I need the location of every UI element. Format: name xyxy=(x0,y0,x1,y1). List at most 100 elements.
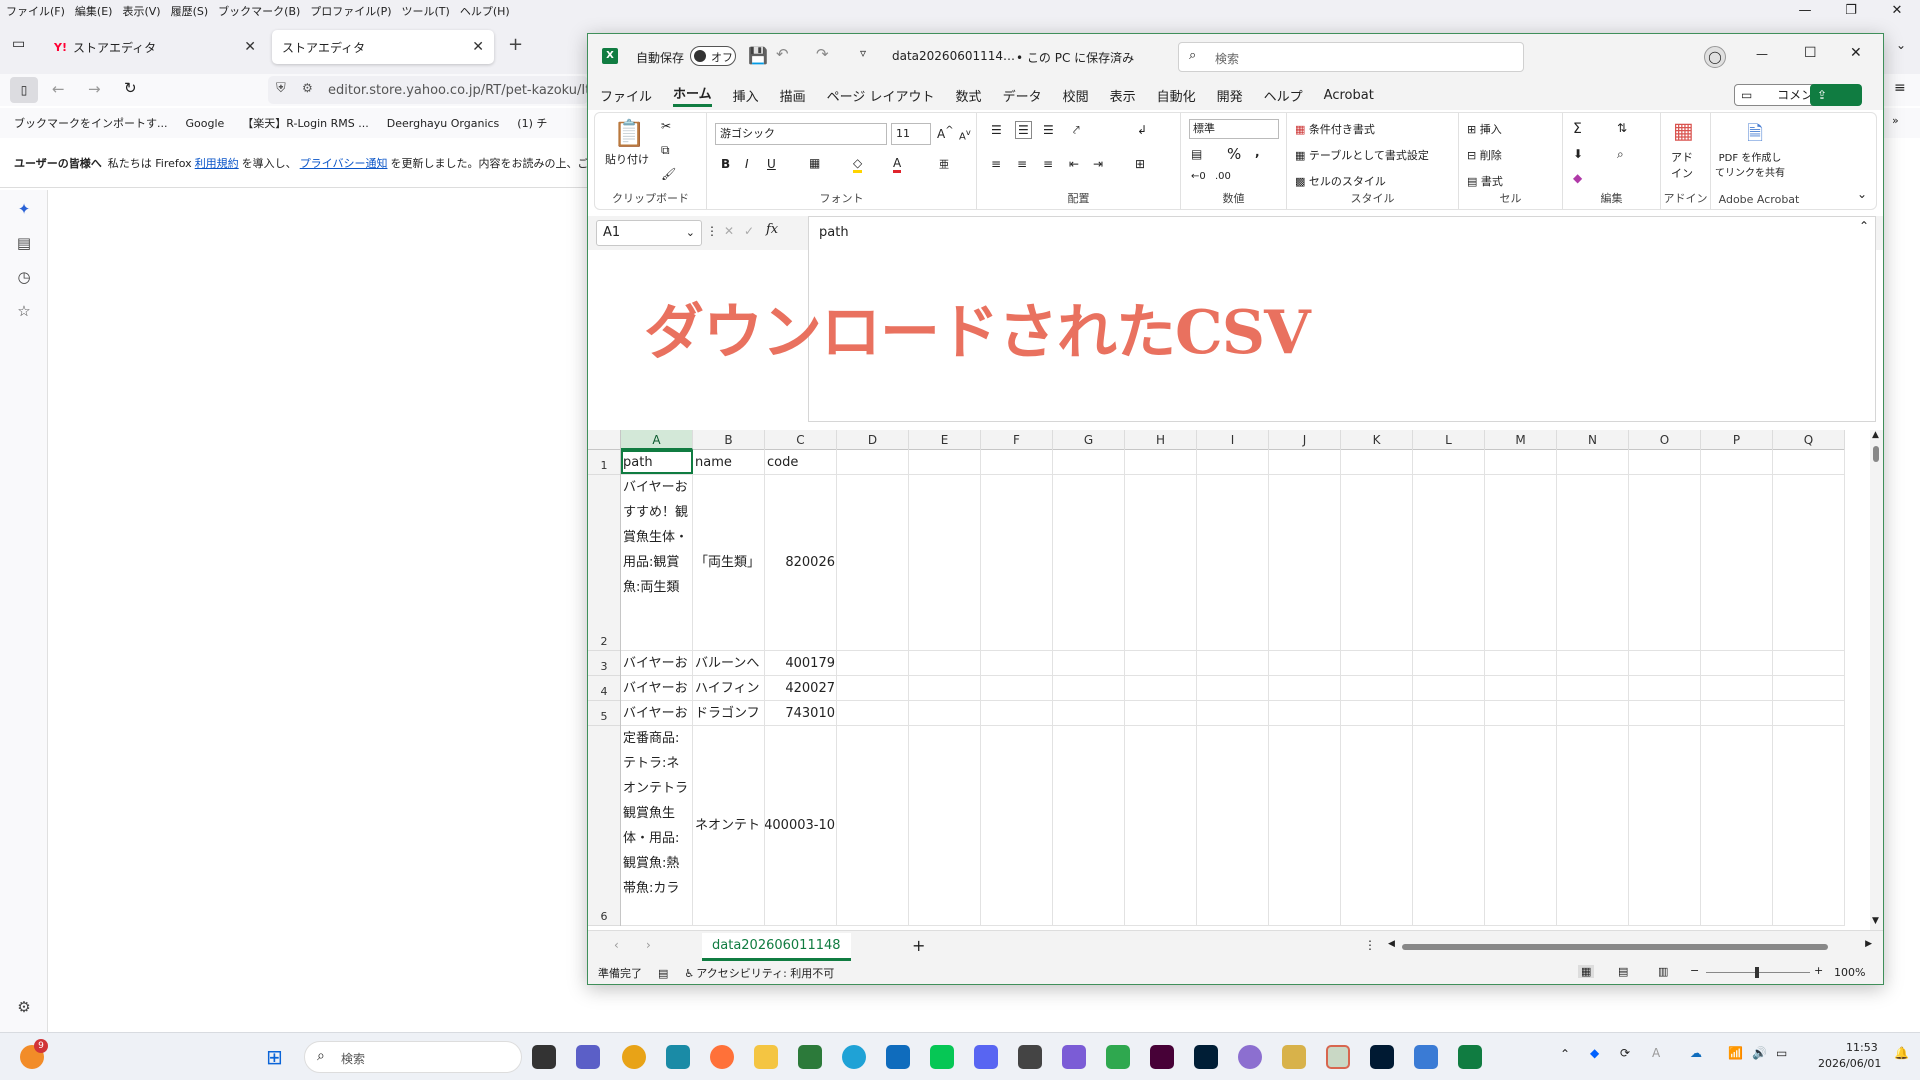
tab-view[interactable]: 表示 xyxy=(1110,86,1136,105)
reload-icon[interactable]: ↻ xyxy=(124,79,137,97)
empty-cell[interactable] xyxy=(1125,726,1197,925)
maximize-icon[interactable]: ❐ xyxy=(1828,0,1874,22)
task-view-icon[interactable] xyxy=(532,1045,556,1069)
empty-cell[interactable] xyxy=(1413,726,1485,925)
delete-cells-button[interactable]: ⊟ 削除 xyxy=(1467,147,1502,163)
wrap-text-icon[interactable]: ↲ xyxy=(1137,123,1147,137)
empty-cell[interactable] xyxy=(1341,701,1413,725)
empty-cell[interactable] xyxy=(1773,651,1845,675)
minimize-icon[interactable]: — xyxy=(1756,47,1768,61)
tab-overflow-icon[interactable]: ⌄ xyxy=(1896,38,1906,52)
column-header[interactable]: P xyxy=(1701,430,1773,450)
audio-app-icon[interactable] xyxy=(1062,1045,1086,1069)
empty-cell[interactable] xyxy=(1413,475,1485,650)
empty-cell[interactable] xyxy=(1125,651,1197,675)
extensions-icon[interactable]: ≡ xyxy=(1894,80,1906,96)
empty-cell[interactable] xyxy=(1125,475,1197,650)
column-header[interactable]: Q xyxy=(1773,430,1845,450)
cell-a3[interactable]: バイヤーお xyxy=(621,651,693,675)
undo-icon[interactable]: ↶ xyxy=(776,45,789,63)
empty-cell[interactable] xyxy=(837,450,909,474)
font-size-select[interactable]: 11 xyxy=(891,123,931,145)
bookmark-other[interactable]: (1) チ xyxy=(517,115,547,131)
bookmarks-overflow-icon[interactable]: » xyxy=(1892,114,1899,127)
tab-review[interactable]: 校閲 xyxy=(1063,86,1089,105)
empty-cell[interactable] xyxy=(1413,651,1485,675)
tracking-shield-icon[interactable]: ⛨ xyxy=(276,81,286,96)
empty-cell[interactable] xyxy=(1413,701,1485,725)
column-header[interactable]: C xyxy=(765,430,837,450)
scroll-h-thumb[interactable] xyxy=(1402,944,1828,950)
menu-edit[interactable]: 編集(E) xyxy=(75,3,113,19)
empty-cell[interactable] xyxy=(1557,676,1629,700)
empty-cell[interactable] xyxy=(1341,726,1413,925)
find-select-icon[interactable]: ⌕ xyxy=(1617,147,1624,162)
bookmark-google[interactable]: Google xyxy=(186,117,225,130)
bookmark-rakuten[interactable]: 【楽天】R-Login RMS ... xyxy=(242,115,368,131)
bold-icon[interactable]: B xyxy=(721,157,730,171)
column-header[interactable]: I xyxy=(1197,430,1269,450)
empty-cell[interactable] xyxy=(837,726,909,925)
page-layout-icon[interactable]: ▤ xyxy=(1618,965,1628,978)
dropbox-icon[interactable]: ◆ xyxy=(1590,1046,1599,1060)
decrease-decimal-icon[interactable]: .00 xyxy=(1215,171,1231,182)
scroll-down-icon[interactable]: ▼ xyxy=(1872,916,1879,926)
ai-chatbot-icon[interactable]: ✦ xyxy=(14,200,34,220)
increase-decimal-icon[interactable]: ←0 xyxy=(1191,171,1206,182)
align-left-icon[interactable]: ≡ xyxy=(991,157,1001,171)
empty-cell[interactable] xyxy=(1557,701,1629,725)
increase-font-icon[interactable]: A^ xyxy=(937,125,954,141)
autosave-toggle[interactable]: オフ xyxy=(690,46,736,66)
menu-tools[interactable]: ツール(T) xyxy=(402,3,450,19)
empty-cell[interactable] xyxy=(909,450,981,474)
cell-b2[interactable]: 「両生類」 xyxy=(693,475,765,650)
empty-cell[interactable] xyxy=(1341,475,1413,650)
empty-cell[interactable] xyxy=(837,676,909,700)
cell-b1[interactable]: name xyxy=(693,450,765,474)
empty-cell[interactable] xyxy=(1197,676,1269,700)
row-header[interactable]: 6 xyxy=(588,726,620,926)
app-icon[interactable] xyxy=(798,1045,822,1069)
cell-a2[interactable]: バイヤーおすすめ！観賞魚生体・用品:観賞魚:両生類 xyxy=(621,475,693,650)
cell-a6[interactable]: 定番商品:テトラ:ネオンテトラ観賞魚生体・用品:観賞魚:熱帯魚:カラ xyxy=(621,726,693,925)
outlook-icon[interactable] xyxy=(886,1045,910,1069)
empty-cell[interactable] xyxy=(1773,475,1845,650)
app-icon[interactable] xyxy=(1238,1045,1262,1069)
row-header[interactable]: 2 xyxy=(588,475,620,651)
page-break-icon[interactable]: ▥ xyxy=(1658,965,1668,978)
save-icon[interactable]: 💾 xyxy=(748,46,768,65)
empty-cell[interactable] xyxy=(1053,450,1125,474)
empty-cell[interactable] xyxy=(1053,475,1125,650)
more-options-icon[interactable]: ⋮ xyxy=(706,224,718,238)
row-header[interactable]: 3 xyxy=(588,651,620,676)
empty-cell[interactable] xyxy=(1557,726,1629,925)
empty-cell[interactable] xyxy=(1197,651,1269,675)
empty-cell[interactable] xyxy=(837,701,909,725)
empty-cell[interactable] xyxy=(1269,450,1341,474)
empty-cell[interactable] xyxy=(1413,676,1485,700)
empty-cell[interactable] xyxy=(1485,475,1557,650)
empty-cell[interactable] xyxy=(1197,475,1269,650)
empty-cell[interactable] xyxy=(1701,726,1773,925)
empty-cell[interactable] xyxy=(1341,676,1413,700)
menu-bookmarks[interactable]: ブックマーク(B) xyxy=(218,3,300,19)
tab-developer[interactable]: 開発 xyxy=(1217,86,1243,105)
copy-icon[interactable]: ⧉ xyxy=(661,143,670,158)
excel-taskbar-icon[interactable] xyxy=(1458,1045,1482,1069)
sidebar-toggle-icon[interactable]: ▯ xyxy=(10,77,38,103)
close-icon[interactable]: ✕ xyxy=(1874,0,1920,22)
history-icon[interactable]: ◷ xyxy=(14,268,34,288)
empty-cell[interactable] xyxy=(1053,701,1125,725)
empty-cell[interactable] xyxy=(1773,701,1845,725)
empty-cell[interactable] xyxy=(1269,676,1341,700)
empty-cell[interactable] xyxy=(981,726,1053,925)
empty-cell[interactable] xyxy=(1773,726,1845,925)
firefox-icon[interactable] xyxy=(710,1045,734,1069)
file-explorer-icon[interactable] xyxy=(754,1045,778,1069)
cell-c3[interactable]: 400179 xyxy=(765,651,837,675)
name-box[interactable]: A1 ⌄ xyxy=(596,220,702,246)
minimize-icon[interactable]: — xyxy=(1782,0,1828,22)
column-header[interactable]: B xyxy=(693,430,765,450)
empty-cell[interactable] xyxy=(1053,651,1125,675)
cell-b5[interactable]: ドラゴンフ xyxy=(693,701,765,725)
